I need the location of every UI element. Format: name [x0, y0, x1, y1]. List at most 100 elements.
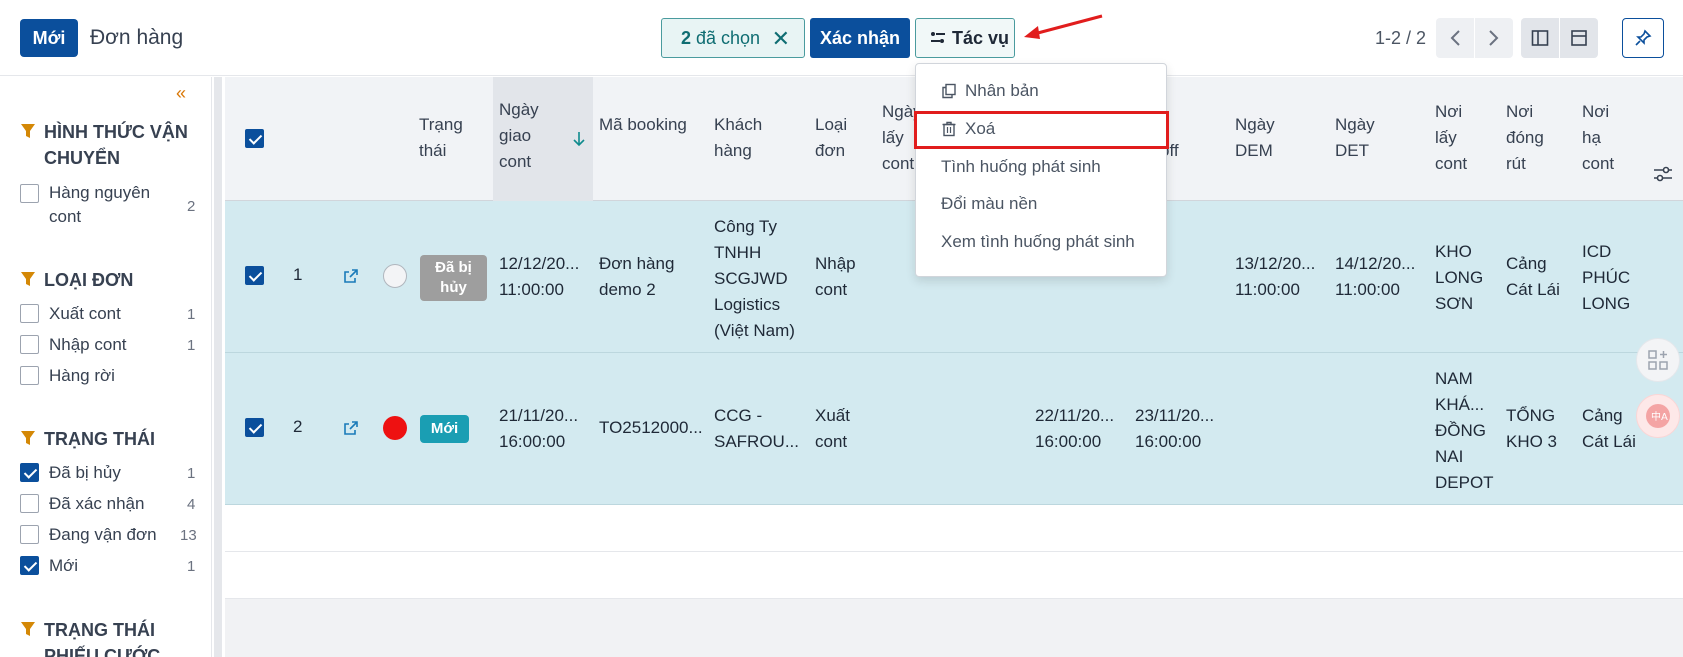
filter-group-title: LOẠI ĐƠN: [44, 270, 134, 290]
row-checkbox[interactable]: [245, 266, 264, 285]
col-booking[interactable]: Mã booking: [599, 112, 689, 138]
select-all-checkbox[interactable]: [245, 129, 264, 148]
annotation-arrow-icon: [1024, 14, 1103, 39]
chevron-right-icon: [1489, 30, 1499, 46]
checkbox-checked[interactable]: [20, 463, 39, 482]
empty-row: [225, 505, 1683, 552]
date-value: 13/12/20...: [1235, 254, 1316, 273]
translate-button[interactable]: 中A: [1636, 394, 1680, 438]
new-button[interactable]: Mới: [20, 19, 78, 57]
funnel-icon: [21, 124, 35, 138]
menu-item-label: Đổi màu nền: [941, 194, 1038, 213]
time-value: 16:00:00: [1135, 432, 1202, 451]
filter-group-title: TRẠNG THÁI PHIẾU CƯỚC: [44, 620, 161, 657]
cell-date-b: 23/11/20... 16:00:00: [1135, 403, 1214, 455]
filter-group-status: TRẠNG THÁI: [20, 426, 155, 452]
checkbox[interactable]: [20, 184, 39, 203]
cell-drop-place: ICD PHÚC LONG: [1582, 242, 1631, 313]
sidebar-scrollbar[interactable]: [214, 77, 222, 657]
filter-count: 2: [187, 198, 196, 215]
checkbox[interactable]: [20, 304, 39, 323]
filter-count: 1: [187, 465, 196, 482]
menu-item-incident[interactable]: Tình huống phát sinh: [916, 151, 1168, 183]
filter-label: Mới: [49, 556, 79, 575]
filter-group-freight-status: TRẠNG THÁI PHIẾU CƯỚC: [20, 617, 200, 657]
filter-item-in-transit[interactable]: Đang vận đơn: [20, 525, 157, 545]
filter-item-bulk[interactable]: Hàng rời: [20, 366, 115, 386]
cell-pickup-place: KHO LONG SƠN: [1435, 242, 1484, 313]
empty-row: [225, 552, 1683, 599]
pin-button[interactable]: [1622, 18, 1664, 58]
confirm-button[interactable]: Xác nhận: [810, 18, 910, 58]
clear-selection-icon[interactable]: ✕: [772, 26, 790, 52]
col-det[interactable]: Ngày DET: [1335, 112, 1395, 164]
rows-icon: [1571, 30, 1587, 46]
selected-text: đã chọn: [696, 27, 761, 48]
filter-group-order-type: LOẠI ĐƠN: [20, 267, 133, 293]
filter-group-title: HÌNH THỨC VẬN CHUYỂN: [44, 122, 188, 168]
open-record-icon[interactable]: [343, 420, 359, 436]
funnel-icon: [21, 431, 35, 445]
col-dem[interactable]: Ngày DEM: [1235, 112, 1295, 164]
filter-item-full-container[interactable]: Hàng nguyên cont: [20, 183, 170, 229]
list-view-button[interactable]: [1560, 18, 1598, 58]
annotation-highlight-box: [914, 111, 1169, 149]
pager-next-button[interactable]: [1475, 18, 1513, 58]
color-dot[interactable]: [383, 416, 407, 440]
cell-unload-place: Cảng Cát Lái: [1506, 254, 1560, 299]
checkbox[interactable]: [20, 335, 39, 354]
filter-sidebar: « HÌNH THỨC VẬN CHUYỂN Hàng nguyên cont …: [0, 77, 212, 657]
checkbox[interactable]: [20, 525, 39, 544]
column-settings-icon[interactable]: [1653, 165, 1673, 183]
col-drop-place[interactable]: Nơi hạ cont: [1582, 99, 1632, 177]
checkbox[interactable]: [20, 494, 39, 513]
filter-group-transport: HÌNH THỨC VẬN CHUYỂN: [20, 119, 200, 171]
translate-icon: 中A: [1646, 404, 1670, 428]
split-view-button[interactable]: [1521, 18, 1559, 58]
selection-pill: 2 đã chọn ✕: [661, 18, 805, 58]
checkbox[interactable]: [20, 366, 39, 385]
color-dot[interactable]: [383, 264, 407, 288]
filter-count: 1: [187, 306, 196, 323]
chevron-left-icon: [1450, 30, 1460, 46]
filter-count: 1: [187, 558, 196, 575]
filter-item-import[interactable]: Nhập cont: [20, 335, 127, 355]
actions-button[interactable]: Tác vụ: [915, 18, 1015, 58]
apps-button[interactable]: [1636, 338, 1680, 382]
cell-customer: Công Ty TNHH SCGJWD Logistics (Việt Nam): [714, 217, 795, 340]
col-status[interactable]: Trạng thái: [419, 112, 479, 164]
cell-order-type: Nhập cont: [815, 254, 856, 299]
menu-item-view-incident[interactable]: Xem tình huống phát sinh: [916, 226, 1168, 258]
filter-label: Hàng nguyên cont: [49, 183, 151, 226]
date-value: 12/12/20...: [499, 254, 580, 273]
menu-item-change-color[interactable]: Đổi màu nền: [916, 188, 1168, 220]
status-badge: Đã bị hủy: [420, 255, 487, 301]
filter-item-new[interactable]: Mới: [20, 556, 78, 576]
checkbox-checked[interactable]: [20, 556, 39, 575]
col-pickup-place[interactable]: Nơi lấy cont: [1435, 99, 1485, 177]
table-row[interactable]: 2 Mới 21/11/20... 16:00:00 TO2512000... …: [225, 353, 1683, 505]
filter-label: Hàng rời: [49, 366, 115, 385]
cell-det: 14/12/20... 11:00:00: [1335, 251, 1415, 303]
cell-dem: 13/12/20... 11:00:00: [1235, 251, 1315, 303]
control-panel: Mới Đơn hàng 2 đã chọn ✕ Xác nhận Tác vụ…: [0, 0, 1683, 76]
row-checkbox[interactable]: [245, 418, 264, 437]
pager-value[interactable]: 1-2 / 2: [1375, 28, 1426, 49]
collapse-sidebar-icon[interactable]: «: [176, 83, 186, 104]
menu-item-duplicate[interactable]: Nhân bản: [916, 76, 1168, 106]
filter-item-export[interactable]: Xuất cont: [20, 304, 121, 324]
cell-delivery-date: 12/12/20... 11:00:00: [499, 251, 579, 303]
selected-count: 2: [681, 27, 692, 48]
open-record-icon[interactable]: [343, 268, 359, 284]
col-order-type[interactable]: Loại đơn: [815, 112, 865, 164]
cell-pickup-place: NAM KHÁ... ĐỒNG NAI DEPOT: [1435, 369, 1494, 492]
col-customer[interactable]: Khách hàng: [714, 112, 794, 164]
col-unload-place[interactable]: Nơi đóng rút: [1506, 99, 1556, 177]
filter-item-cancelled[interactable]: Đã bị hủy: [20, 463, 121, 483]
filter-item-confirmed[interactable]: Đã xác nhận: [20, 494, 144, 514]
columns-icon: [1531, 30, 1549, 46]
pager-previous-button[interactable]: [1436, 18, 1474, 58]
col-delivery-date[interactable]: Ngày giao cont: [493, 77, 593, 201]
filter-count: 13: [180, 527, 197, 544]
cell-order-type: Xuất cont: [815, 406, 850, 451]
